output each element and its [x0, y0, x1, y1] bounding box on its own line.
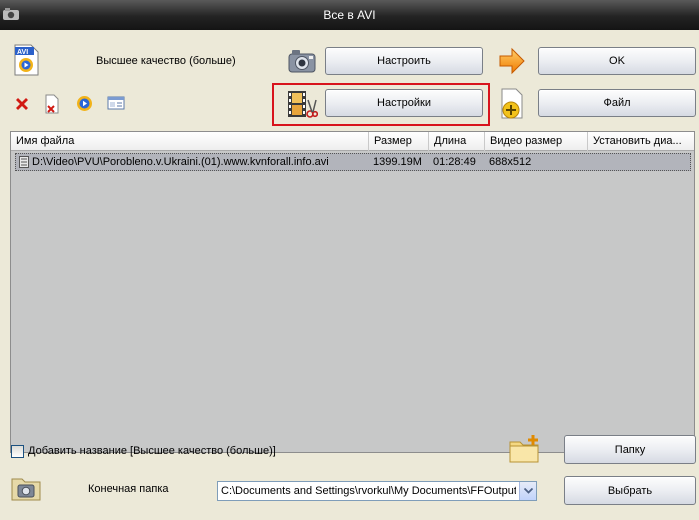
file-drag-handle-icon [19, 156, 29, 168]
properties-icon[interactable] [107, 96, 125, 110]
clear-list-icon[interactable] [44, 94, 60, 114]
file-range-cell [592, 154, 690, 170]
file-video-size-cell: 688x512 [489, 156, 532, 168]
table-row[interactable]: D:\Video\PVU\Poroblenо.v.Ukraini.(01).ww… [15, 153, 691, 171]
folder-button[interactable]: Папку [564, 435, 696, 464]
delete-icon[interactable] [14, 96, 30, 112]
svg-text:AVI: AVI [17, 49, 28, 56]
new-folder-icon [509, 435, 539, 463]
title-bar: Все в AVI [0, 0, 699, 30]
file-button[interactable]: Файл [538, 89, 696, 117]
file-duration-cell: 01:28:49 [433, 156, 476, 168]
chevron-down-icon[interactable] [519, 482, 536, 500]
film-scissors-icon [288, 91, 318, 118]
column-header-size[interactable]: Размер [369, 132, 429, 151]
play-preview-icon[interactable] [76, 95, 93, 112]
output-folder-label: Конечная папка [88, 483, 169, 495]
file-name-cell: D:\Video\PVU\Poroblenо.v.Ukraini.(01).ww… [32, 156, 329, 168]
configure-camera-icon [288, 50, 316, 73]
column-header-range[interactable]: Установить диа... [588, 132, 694, 151]
ok-button[interactable]: OK [538, 47, 696, 75]
output-folder-icon [11, 478, 41, 501]
file-list[interactable]: Имя файла Размер Длина Видео размер Уста… [10, 131, 695, 453]
add-file-icon [501, 88, 523, 119]
add-title-checkbox[interactable] [11, 445, 24, 458]
output-folder-value: C:\Documents and Settings\rvorkul\My Doc… [221, 485, 516, 497]
main-window: AVI Высшее качество (больше) Настроить O… [0, 30, 699, 520]
file-list-header: Имя файла Размер Длина Видео размер Уста… [11, 132, 694, 151]
choose-button[interactable]: Выбрать [564, 476, 696, 505]
quality-profile-label: Высшее качество (больше) [96, 55, 236, 67]
window-title: Все в AVI [323, 8, 376, 22]
app-camera-icon [3, 8, 19, 20]
column-header-video-size[interactable]: Видео размер [485, 132, 588, 151]
add-title-label[interactable]: Добавить название [Высшее качество (боль… [28, 445, 276, 457]
configure-button[interactable]: Настроить [325, 47, 483, 75]
column-header-filename[interactable]: Имя файла [11, 132, 369, 151]
avi-profile-icon[interactable]: AVI [12, 44, 40, 76]
file-size-cell: 1399.19M [373, 156, 422, 168]
arrow-right-icon [499, 47, 525, 75]
settings-button[interactable]: Настройки [325, 89, 483, 117]
output-folder-combobox[interactable]: C:\Documents and Settings\rvorkul\My Doc… [217, 481, 537, 501]
column-header-duration[interactable]: Длина [429, 132, 485, 151]
